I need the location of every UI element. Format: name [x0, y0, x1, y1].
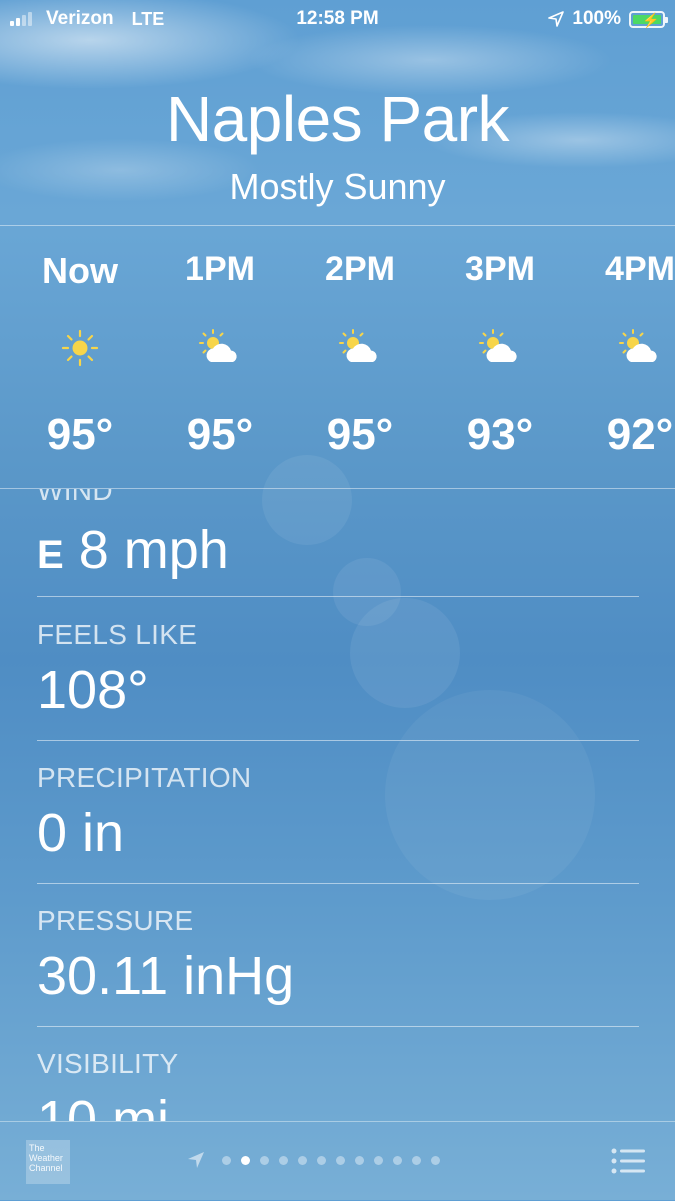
feels-like-value: 108° — [37, 660, 149, 720]
city-name: Naples Park — [165, 83, 510, 155]
divider — [37, 740, 639, 741]
sun-icon — [61, 329, 99, 367]
location-icon — [548, 11, 565, 27]
hour-time: 1PM — [185, 250, 255, 288]
hour-time: 4PM — [605, 250, 675, 288]
precipitation-value: 0 in — [37, 803, 125, 863]
page-dot[interactable] — [279, 1156, 288, 1165]
page-indicator[interactable] — [222, 1156, 440, 1165]
precipitation-label: PRECIPITATION — [37, 762, 252, 793]
hour-temp: 92° — [606, 410, 674, 459]
partly-cloudy-icon — [619, 329, 657, 362]
hour-time: Now — [42, 250, 118, 291]
page-dot-active[interactable] — [241, 1156, 250, 1165]
bottom-toolbar: The Weather Channel — [0, 1121, 675, 1201]
hour-item: 1PM 95° — [150, 226, 290, 488]
partly-cloudy-icon — [479, 329, 517, 362]
page-dot[interactable] — [412, 1156, 421, 1165]
hour-time: 3PM — [465, 250, 535, 288]
wind-direction: E — [37, 533, 64, 577]
divider — [37, 883, 639, 884]
page-dot[interactable] — [222, 1156, 231, 1165]
wind-value: E 8 mph — [37, 519, 229, 581]
visibility-value: 10 mi — [37, 1090, 170, 1121]
battery-percent: 100% — [572, 8, 621, 29]
page-dot[interactable] — [355, 1156, 364, 1165]
page-dot[interactable] — [336, 1156, 345, 1165]
hour-item: 2PM 95° — [290, 226, 430, 488]
list-icon[interactable] — [611, 1148, 645, 1174]
divider — [37, 596, 639, 597]
hour-item: 3PM 93° — [430, 226, 570, 488]
page-dot[interactable] — [298, 1156, 307, 1165]
hour-time: 2PM — [325, 250, 395, 288]
page-dot[interactable] — [374, 1156, 383, 1165]
hour-item: 4PM 92° — [570, 226, 675, 488]
hour-temp: 93° — [466, 410, 534, 459]
feels-like-label: FEELS LIKE — [37, 619, 198, 650]
hour-temp: 95° — [186, 410, 254, 459]
status-bar: Verizon LTE 12:58 PM 100% ⚡ — [0, 0, 675, 38]
visibility-label: VISIBILITY — [37, 1048, 179, 1079]
hour-temp: 95° — [326, 410, 394, 459]
details-list[interactable]: WIND E 8 mph FEELS LIKE 108° PRECIPITATI… — [0, 489, 675, 1121]
pressure-value: 30.11 inHg — [37, 946, 295, 1006]
current-condition: Mostly Sunny — [229, 166, 446, 207]
hour-temp: 95° — [46, 410, 114, 459]
page-dot[interactable] — [260, 1156, 269, 1165]
partly-cloudy-icon — [339, 329, 377, 362]
hourly-forecast[interactable]: Now 95° 1PM 95° 2PM 95° 3PM 93° 4PM 92° — [0, 226, 675, 488]
location-arrow-icon[interactable] — [186, 1150, 206, 1170]
page-dot[interactable] — [317, 1156, 326, 1165]
divider — [37, 1026, 639, 1027]
page-dot[interactable] — [393, 1156, 402, 1165]
hour-item: Now 95° — [10, 226, 150, 488]
page-dot[interactable] — [431, 1156, 440, 1165]
wind-label: WIND — [37, 489, 113, 506]
wind-speed: 8 mph — [78, 520, 229, 580]
partly-cloudy-icon — [199, 329, 237, 362]
battery-charging-icon: ⚡ — [629, 10, 668, 28]
pressure-label: PRESSURE — [37, 905, 194, 936]
weather-channel-logo-button[interactable]: The Weather Channel — [26, 1140, 70, 1184]
